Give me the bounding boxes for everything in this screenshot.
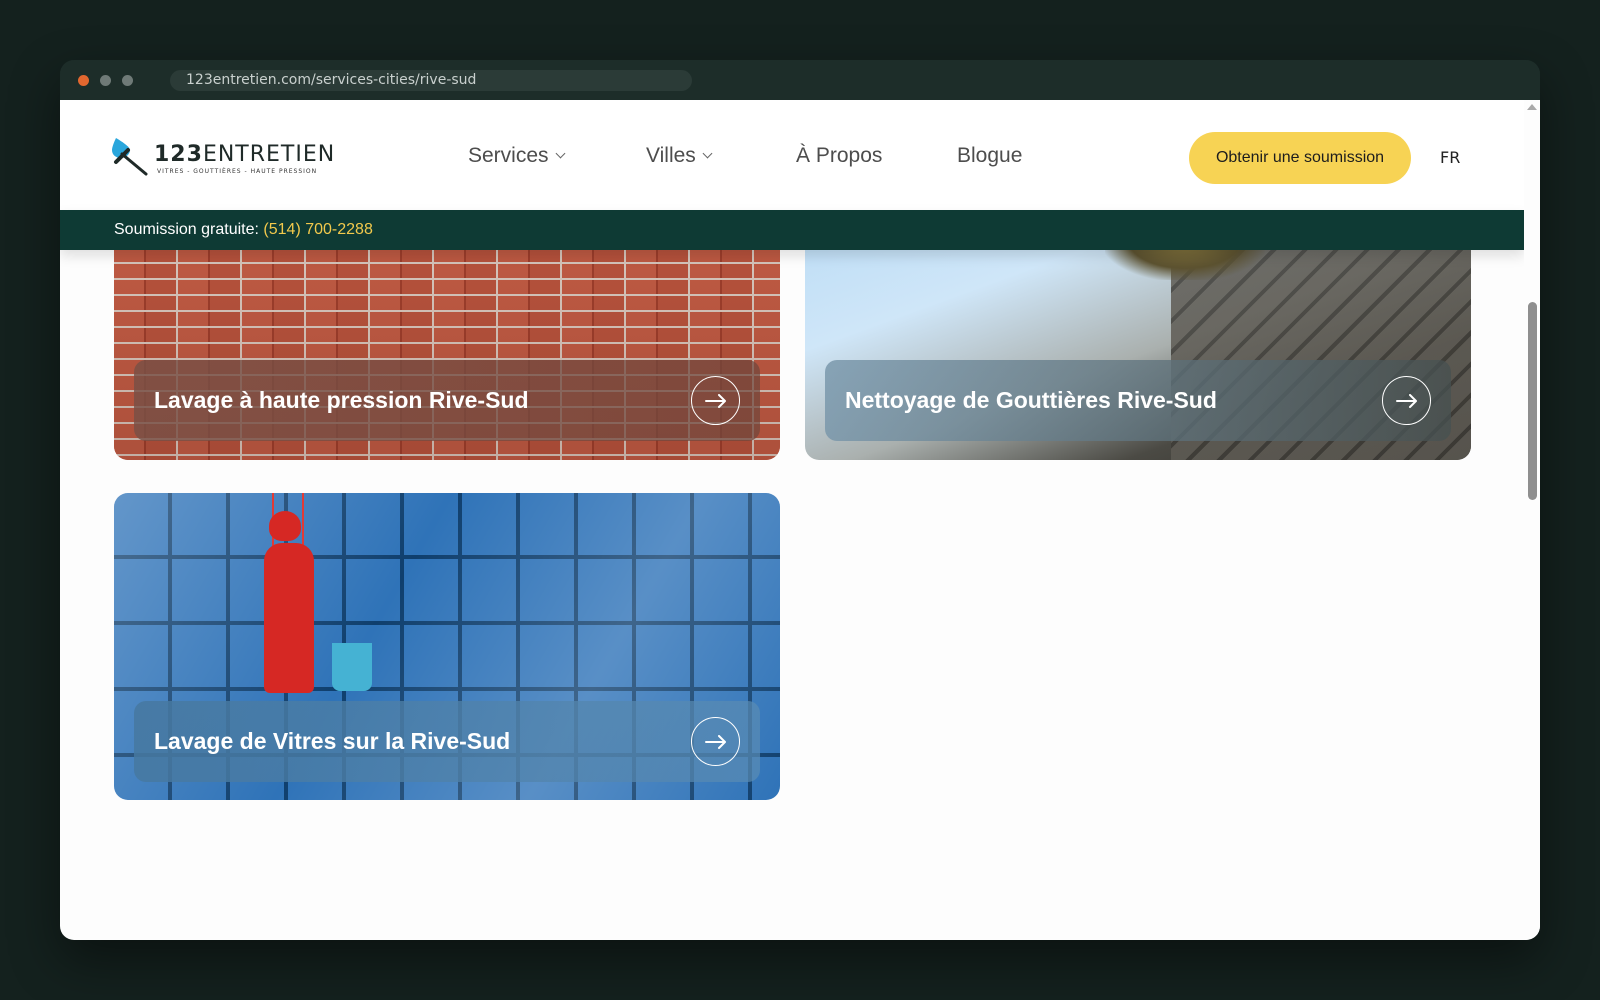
worker-bucket <box>332 643 372 691</box>
card-title[interactable]: Lavage de Vitres sur la Rive-Sud <box>154 701 510 782</box>
promo-label: Soumission gratuite: <box>114 221 259 238</box>
get-quote-button[interactable]: Obtenir une soumission <box>1189 132 1411 184</box>
nav-label: Blogue <box>957 144 1023 167</box>
card-title[interactable]: Lavage à haute pression Rive-Sud <box>154 360 529 441</box>
promo-phone-link[interactable]: (514) 700-2288 <box>263 221 372 238</box>
nav-blogue[interactable]: Blogue <box>957 144 1022 168</box>
minimize-window-button[interactable] <box>100 75 111 86</box>
worker-helmet <box>269 511 301 541</box>
address-bar[interactable]: 123entretien.com/services-cities/rive-su… <box>170 70 692 91</box>
browser-window: 123entretien.com/services-cities/rive-su… <box>60 60 1540 940</box>
nav-label: Services <box>468 144 549 167</box>
nav-services[interactable]: Services <box>468 144 565 168</box>
browser-titlebar: 123entretien.com/services-cities/rive-su… <box>60 60 1540 100</box>
worker-figure <box>264 543 314 693</box>
squeegee-drop-icon <box>112 138 148 176</box>
nav-villes[interactable]: Villes <box>646 144 713 168</box>
card-caption-bar: Lavage à haute pression Rive-Sud <box>134 360 760 441</box>
scrollbar-thumb[interactable] <box>1528 302 1537 500</box>
language-switcher[interactable]: FR <box>1440 148 1460 167</box>
nav-a-propos[interactable]: À Propos <box>796 144 882 168</box>
chevron-down-icon <box>555 148 565 158</box>
maximize-window-button[interactable] <box>122 75 133 86</box>
nav-label: À Propos <box>796 144 883 167</box>
close-window-button[interactable] <box>78 75 89 86</box>
arrow-right-icon[interactable] <box>691 376 740 425</box>
chevron-down-icon <box>702 148 713 158</box>
arrow-right-icon[interactable] <box>1382 376 1431 425</box>
card-caption-bar: Nettoyage de Gouttières Rive-Sud <box>825 360 1451 441</box>
promo-bar: Soumission gratuite: (514) 700-2288 <box>60 210 1524 250</box>
site-header: 123ENTRETIEN VITRES - GOUTTIÈRES - HAUTE… <box>60 100 1524 210</box>
card-caption-bar: Lavage de Vitres sur la Rive-Sud <box>134 701 760 782</box>
page-scrollbar[interactable] <box>1524 100 1540 940</box>
nav-label: Villes <box>646 144 696 167</box>
arrow-right-icon[interactable] <box>691 717 740 766</box>
page-viewport: Lavage à haute pression Rive-Sud Nettoya… <box>60 100 1540 940</box>
scroll-up-arrow-icon[interactable] <box>1527 104 1537 110</box>
service-card-window-washing[interactable]: Lavage de Vitres sur la Rive-Sud <box>114 493 780 800</box>
logo-wordmark: 123ENTRETIEN <box>154 142 336 167</box>
site-logo[interactable]: 123ENTRETIEN VITRES - GOUTTIÈRES - HAUTE… <box>112 136 334 178</box>
logo-tagline: VITRES - GOUTTIÈRES - HAUTE PRESSION <box>157 168 318 175</box>
card-title[interactable]: Nettoyage de Gouttières Rive-Sud <box>845 360 1217 441</box>
